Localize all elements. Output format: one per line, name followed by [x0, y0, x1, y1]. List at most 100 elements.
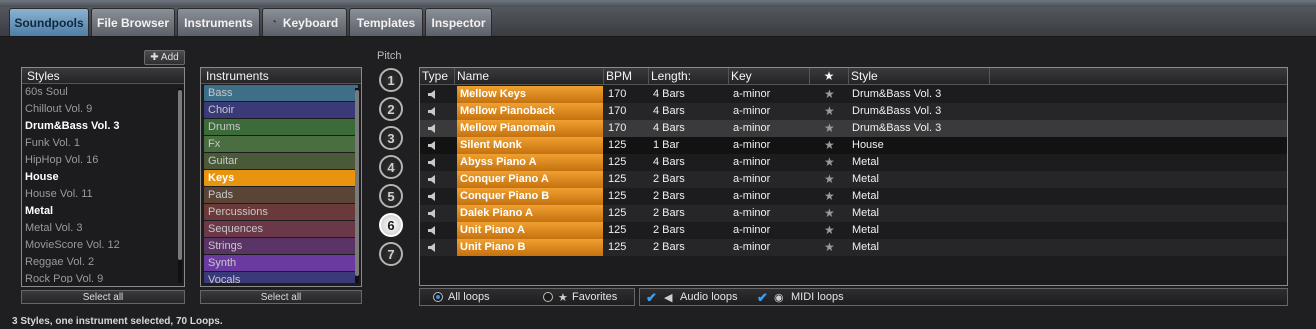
loop-row[interactable]: Abyss Piano A 125 4 Bars a-minor ★ Metal [420, 154, 1287, 171]
all-loops-radio[interactable] [433, 292, 443, 302]
tab-inspector[interactable]: Inspector [425, 8, 492, 36]
style-item[interactable]: Rock Pop Vol. 9 [22, 271, 184, 283]
favorite-star-icon[interactable]: ★ [824, 86, 835, 103]
audio-loops-checkbox[interactable]: ✔ [646, 290, 657, 306]
speaker-icon [428, 141, 435, 150]
loop-name[interactable]: Mellow Pianomain [457, 120, 603, 137]
midi-loops-label[interactable]: MIDI loops [791, 291, 844, 303]
favorite-star-icon[interactable]: ★ [824, 239, 835, 256]
pitch-title: Pitch [377, 50, 402, 62]
style-item[interactable]: House [22, 169, 184, 186]
favorite-star-icon[interactable]: ★ [824, 154, 835, 171]
instrument-item[interactable]: Guitar [204, 153, 358, 169]
loop-name[interactable]: Mellow Pianoback [457, 103, 603, 120]
favorites-radio[interactable] [543, 292, 553, 302]
col-name[interactable]: Name [455, 68, 604, 85]
speaker-icon [428, 192, 435, 201]
instruments-scroll-thumb[interactable] [355, 90, 359, 276]
styles-scroll-thumb[interactable] [178, 90, 182, 260]
loop-name[interactable]: Unit Piano B [457, 239, 603, 256]
favorite-star-icon[interactable]: ★ [824, 171, 835, 188]
loop-row[interactable]: Conquer Piano A 125 2 Bars a-minor ★ Metal [420, 171, 1287, 188]
speaker-icon [428, 107, 435, 116]
col-bpm[interactable]: BPM [604, 68, 649, 85]
style-item[interactable]: Funk Vol. 1 [22, 135, 184, 152]
loop-row[interactable]: Mellow Pianoback 170 4 Bars a-minor ★ Drum&Ba… [420, 103, 1287, 120]
loop-name[interactable]: Unit Piano A [457, 222, 603, 239]
loop-row[interactable]: Unit Piano B 125 2 Bars a-minor ★ Metal [420, 239, 1287, 256]
favorites-label[interactable]: Favorites [572, 291, 617, 303]
style-item[interactable]: MovieScore Vol. 12 [22, 237, 184, 254]
tab-templates[interactable]: Templates [349, 8, 423, 36]
loop-length: 2 Bars [653, 224, 685, 236]
instruments-header: Instruments [201, 68, 361, 84]
speaker-icon [428, 209, 435, 218]
all-loops-label[interactable]: All loops [448, 291, 490, 303]
tab-keyboard[interactable]: ◔ Keyboard [262, 8, 347, 36]
loop-key: a-minor [733, 241, 771, 253]
loop-name[interactable]: Conquer Piano B [457, 188, 603, 205]
loop-style: Metal [852, 207, 879, 219]
style-item[interactable]: Drum&Bass Vol. 3 [22, 118, 184, 135]
tab-file-browser[interactable]: File Browser [91, 8, 175, 36]
instrument-item[interactable]: Synth [204, 255, 358, 271]
loop-name[interactable]: Dalek Piano A [457, 205, 603, 222]
audio-loops-label[interactable]: Audio loops [680, 291, 738, 303]
instrument-item[interactable]: Percussions [204, 204, 358, 220]
loop-name[interactable]: Abyss Piano A [457, 154, 603, 171]
instruments-select-all-button[interactable]: Select all [200, 290, 362, 304]
loop-row[interactable]: Silent Monk 125 1 Bar a-minor ★ House [420, 137, 1287, 154]
favorite-star-icon[interactable]: ★ [824, 137, 835, 154]
instrument-item[interactable]: Fx [204, 136, 358, 152]
instrument-item[interactable]: Strings [204, 238, 358, 254]
tab-instruments[interactable]: Instruments [177, 8, 260, 36]
col-favorite[interactable]: ★ [810, 68, 849, 85]
pitch-button[interactable]: 3 [379, 126, 403, 150]
col-type[interactable]: Type [420, 68, 455, 85]
instrument-item[interactable]: Bass [204, 85, 358, 101]
loop-row[interactable]: Dalek Piano A 125 2 Bars a-minor ★ Metal [420, 205, 1287, 222]
pitch-button[interactable]: 2 [379, 97, 403, 121]
style-item[interactable]: Reggae Vol. 2 [22, 254, 184, 271]
loop-row[interactable]: Conquer Piano B 125 2 Bars a-minor ★ Metal [420, 188, 1287, 205]
col-key[interactable]: Key [729, 68, 810, 85]
col-length[interactable]: Length: [649, 68, 729, 85]
loop-row[interactable]: Mellow Pianomain 170 4 Bars a-minor ★ Drum&Ba… [420, 120, 1287, 137]
loop-name[interactable]: Conquer Piano A [457, 171, 603, 188]
loop-row[interactable]: Mellow Keys 170 4 Bars a-minor ★ Drum&Bass Vo… [420, 86, 1287, 103]
instrument-item[interactable]: Pads [204, 187, 358, 203]
style-item[interactable]: Metal Vol. 3 [22, 220, 184, 237]
loop-name[interactable]: Silent Monk [457, 137, 603, 154]
favorite-star-icon[interactable]: ★ [824, 205, 835, 222]
style-item[interactable]: HipHop Vol. 16 [22, 152, 184, 169]
favorite-star-icon[interactable]: ★ [824, 120, 835, 137]
favorite-star-icon[interactable]: ★ [824, 188, 835, 205]
col-style[interactable]: Style [849, 68, 990, 85]
tab-soundpools[interactable]: Soundpools [9, 8, 89, 36]
pitch-button[interactable]: 7 [379, 242, 403, 266]
instrument-item[interactable]: Drums [204, 119, 358, 135]
add-button[interactable]: ✚ Add [144, 50, 185, 65]
loop-length: 4 Bars [653, 105, 685, 117]
style-item[interactable]: Metal [22, 203, 184, 220]
pitch-button[interactable]: 5 [379, 184, 403, 208]
pitch-button[interactable]: 4 [379, 155, 403, 179]
style-item[interactable]: House Vol. 11 [22, 186, 184, 203]
pitch-button[interactable]: 6 [379, 213, 403, 237]
pitch-button[interactable]: 1 [379, 68, 403, 92]
instrument-item[interactable]: Keys [204, 170, 358, 186]
styles-select-all-button[interactable]: Select all [21, 290, 185, 304]
loop-style: House [852, 139, 884, 151]
styles-list[interactable]: 60s Soul Chillout Vol. 9 Drum&Bass Vol. 3F… [22, 84, 184, 283]
instrument-item[interactable]: Vocals [204, 272, 358, 283]
style-item[interactable]: Chillout Vol. 9 [22, 101, 184, 118]
loop-name[interactable]: Mellow Keys [457, 86, 603, 103]
favorite-star-icon[interactable]: ★ [824, 222, 835, 239]
instrument-item[interactable]: Sequences [204, 221, 358, 237]
midi-loops-checkbox[interactable]: ✔ [757, 290, 768, 306]
instruments-list[interactable]: Bass Choir Drums Fx Guitar Keys Pads Percussion… [201, 84, 361, 283]
favorite-star-icon[interactable]: ★ [824, 103, 835, 120]
loop-row[interactable]: Unit Piano A 125 2 Bars a-minor ★ Metal [420, 222, 1287, 239]
style-item[interactable]: 60s Soul [22, 84, 184, 101]
instrument-item[interactable]: Choir [204, 102, 358, 118]
